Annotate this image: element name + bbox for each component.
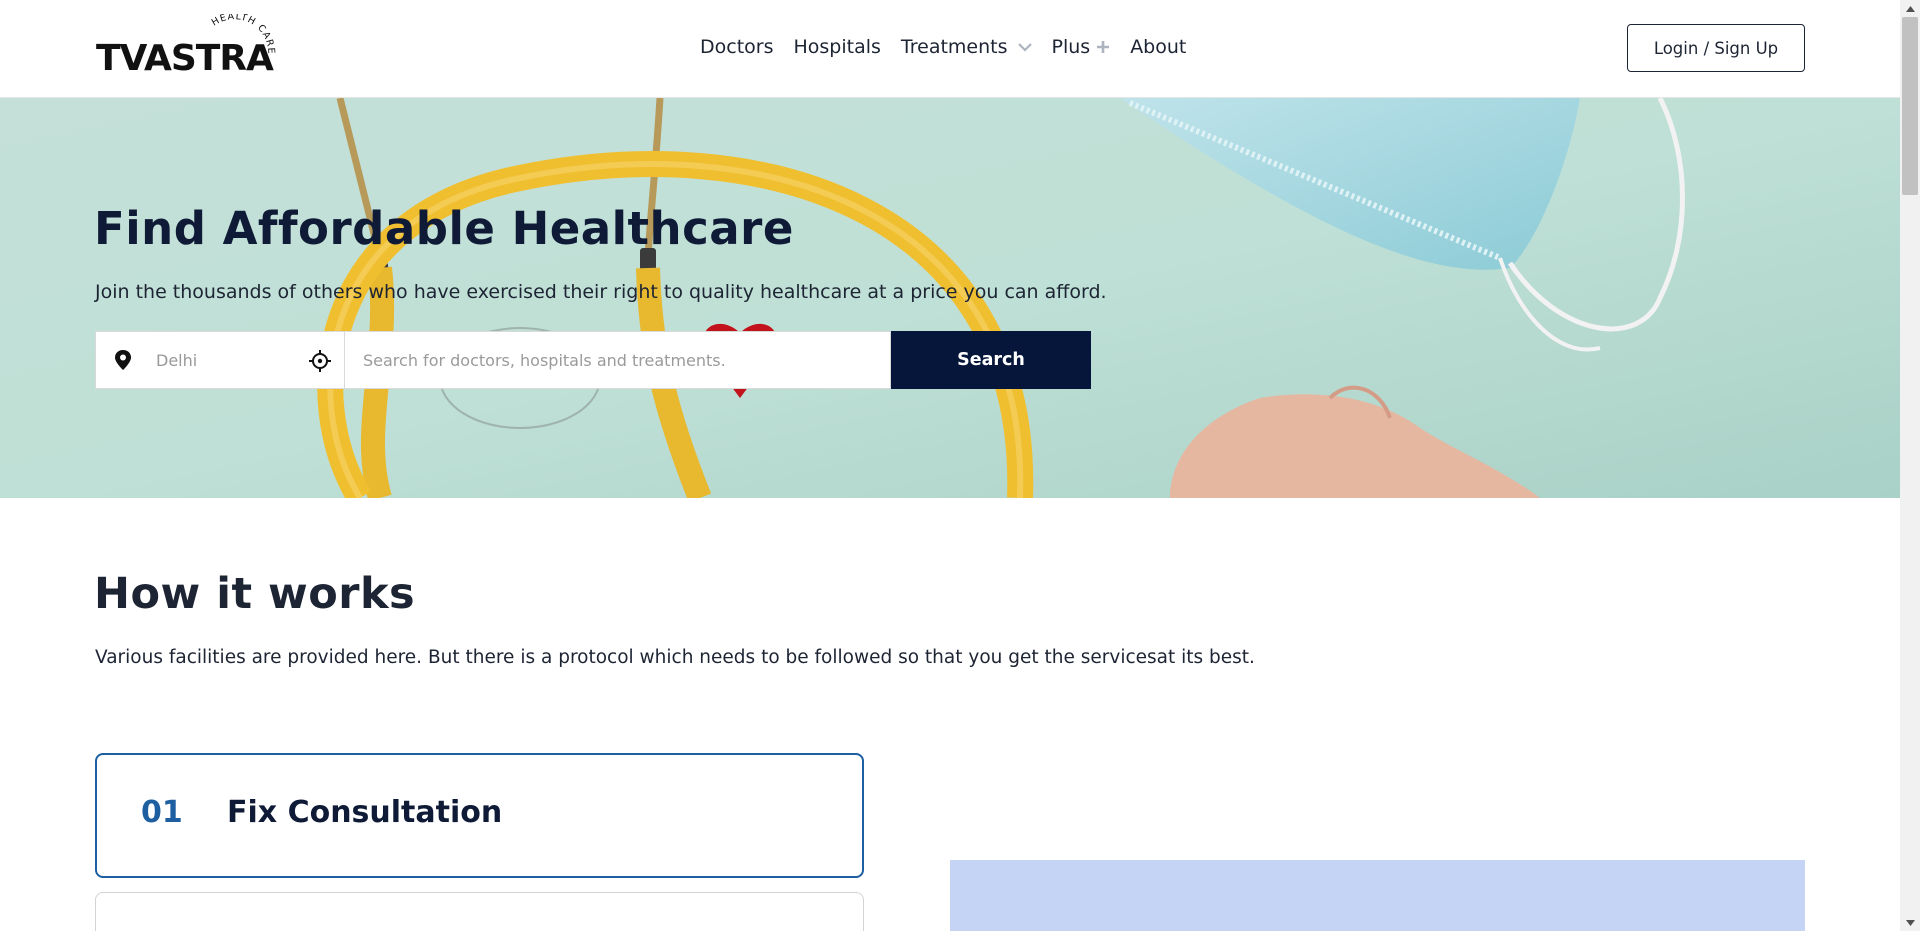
nav-about[interactable]: About: [1130, 36, 1186, 58]
logo-wordmark: TVASTRA: [96, 38, 274, 74]
step-number: 01: [141, 795, 183, 830]
search-button[interactable]: Search: [891, 331, 1091, 389]
plus-icon: [1097, 41, 1110, 53]
scroll-thumb[interactable]: [1902, 17, 1918, 195]
main-nav: Doctors Hospitals Treatments Plus About: [700, 36, 1206, 58]
step-card[interactable]: [95, 892, 864, 931]
search-bar: Search: [95, 331, 1091, 389]
nav-hospitals[interactable]: Hospitals: [794, 36, 881, 58]
hero-banner: Find Affordable Healthcare Join the thou…: [0, 98, 1900, 498]
illustration-panel: [950, 860, 1805, 931]
chevron-down-icon: [1017, 42, 1032, 52]
nav-treatments-label: Treatments: [900, 36, 1008, 58]
nav-doctors-label: Doctors: [700, 36, 774, 58]
scroll-up-arrow-icon[interactable]: [1900, 0, 1920, 17]
step-card-active[interactable]: 01 Fix Consultation: [95, 753, 864, 878]
location-input[interactable]: [156, 332, 296, 388]
hero-title: Find Affordable Healthcare: [94, 202, 794, 255]
crosshair-locate-icon[interactable]: [309, 350, 331, 372]
scroll-down-arrow-icon[interactable]: [1900, 914, 1920, 931]
nav-about-label: About: [1130, 36, 1187, 58]
section-subtitle: Various facilities are provided here. Bu…: [95, 647, 1255, 668]
nav-hospitals-label: Hospitals: [793, 36, 881, 58]
section-title: How it works: [94, 569, 416, 619]
location-pin-icon: [115, 350, 131, 370]
search-input[interactable]: [345, 331, 891, 389]
logo[interactable]: TVASTRA HEALTH CARE: [96, 11, 276, 79]
login-signup-button[interactable]: Login / Sign Up: [1627, 24, 1805, 72]
scrollbar[interactable]: [1900, 0, 1920, 931]
nav-plus-label: Plus: [1051, 36, 1091, 58]
nav-plus[interactable]: Plus: [1052, 36, 1111, 58]
logo-mark: TVASTRA HEALTH CARE: [96, 11, 275, 79]
site-header: TVASTRA HEALTH CARE Doctors Hospitals Tr…: [0, 0, 1900, 98]
nav-doctors[interactable]: Doctors: [700, 36, 774, 58]
step-title: Fix Consultation: [227, 795, 503, 830]
hero-subtitle: Join the thousands of others who have ex…: [95, 281, 1107, 303]
location-field: [95, 331, 345, 389]
nav-treatments[interactable]: Treatments: [901, 36, 1032, 58]
